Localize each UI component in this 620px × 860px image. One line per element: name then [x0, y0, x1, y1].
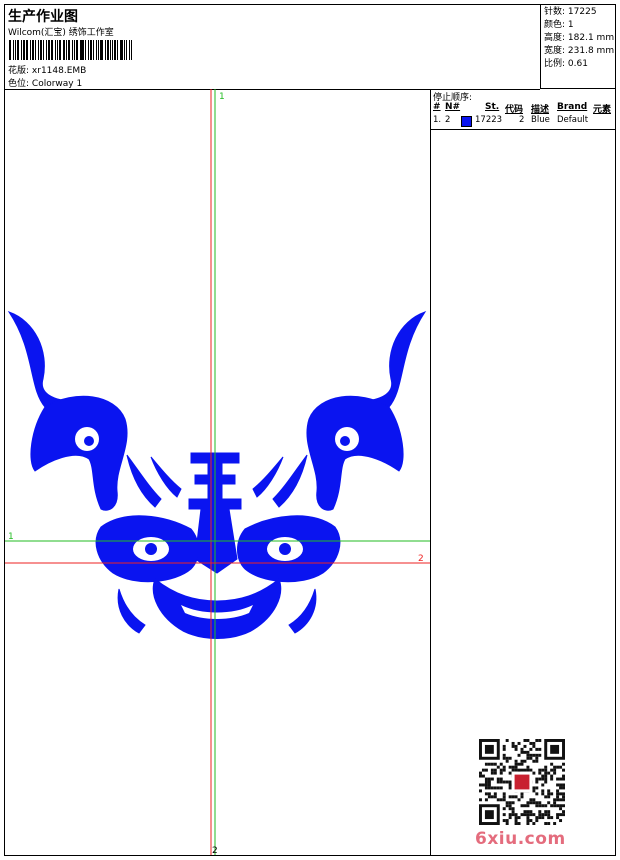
stat-stitches: 针数: 17225 — [544, 7, 597, 17]
marker-right: 2 — [418, 554, 424, 564]
col-element: 元素 — [593, 105, 612, 115]
row-divider — [431, 129, 615, 130]
left-ear-dot — [84, 436, 94, 446]
row-description: Blue — [531, 115, 550, 125]
stop-sequence-header: # N# St. 代码 描述 Brand 元素 — [431, 102, 615, 115]
marker-left: 1 — [8, 532, 14, 542]
col-needle: N# — [445, 102, 461, 112]
design-canvas: 1 2 1 2 — [5, 89, 431, 855]
row-color-swatch — [461, 116, 472, 130]
barcode — [9, 40, 133, 60]
colorway-line: 色位: Colorway 1 — [8, 76, 82, 89]
colorway-value: Colorway 1 — [31, 79, 83, 89]
stop-sequence-row: 1. 2 17223 2 Blue Default — [431, 115, 615, 127]
stop-sequence-panel: 停止顺序: # N# St. 代码 描述 Brand 元素 1. 2 17223… — [431, 89, 615, 855]
col-description: 描述 — [531, 105, 550, 115]
right-ear — [306, 395, 404, 511]
page-title: 生产作业图 — [8, 9, 78, 25]
row-index: 1. — [433, 115, 442, 125]
production-worksheet: 生产作业图 Wilcom(汇宝) 绣饰工作室 花版: xr1148.EMB 色位… — [4, 4, 616, 856]
right-pupil — [279, 543, 291, 555]
stats-box: 针数: 17225 颜色: 1 高度: 182.1 mm 宽度: 231.8 m… — [540, 5, 615, 89]
design-label: 花版: — [8, 66, 30, 76]
header: 生产作业图 Wilcom(汇宝) 绣饰工作室 花版: xr1148.EMB 色位… — [5, 5, 540, 90]
left-pupil — [145, 543, 157, 555]
embroidery-preview: 1 2 1 2 — [5, 89, 430, 855]
stat-scale: 比例: 0.61 — [544, 59, 588, 69]
col-index: # — [433, 102, 441, 112]
design-line: 花版: xr1148.EMB — [8, 63, 86, 76]
left-chin-flare — [117, 588, 146, 634]
row-needle: 2 — [445, 115, 451, 125]
stat-width: 宽度: 231.8 mm — [544, 46, 615, 56]
design-file: xr1148.EMB — [31, 66, 87, 76]
marker-top: 1 — [219, 92, 225, 102]
studio-name: Wilcom(汇宝) 绣饰工作室 — [8, 28, 114, 38]
right-stripe-2 — [252, 456, 284, 498]
col-stitches: St. — [485, 102, 500, 112]
left-ear — [30, 395, 128, 511]
stat-colors: 颜色: 1 — [544, 20, 574, 30]
row-code: 2 — [519, 115, 525, 125]
row-stitches: 17223 — [475, 115, 503, 125]
right-chin-flare — [288, 588, 317, 634]
qr-code — [479, 739, 565, 825]
left-stripe-2 — [150, 456, 182, 498]
col-code: 代码 — [505, 105, 524, 115]
col-brand: Brand — [557, 102, 588, 112]
marker-bottom: 2 — [212, 846, 218, 855]
row-brand: Default — [557, 115, 589, 125]
right-ear-dot — [340, 436, 350, 446]
jaw — [152, 578, 282, 639]
watermark-site: 6xiu.com — [475, 829, 566, 849]
tiger-face-embroidery — [7, 311, 427, 639]
stat-height: 高度: 182.1 mm — [544, 33, 615, 43]
colorway-label: 色位: — [8, 79, 30, 89]
